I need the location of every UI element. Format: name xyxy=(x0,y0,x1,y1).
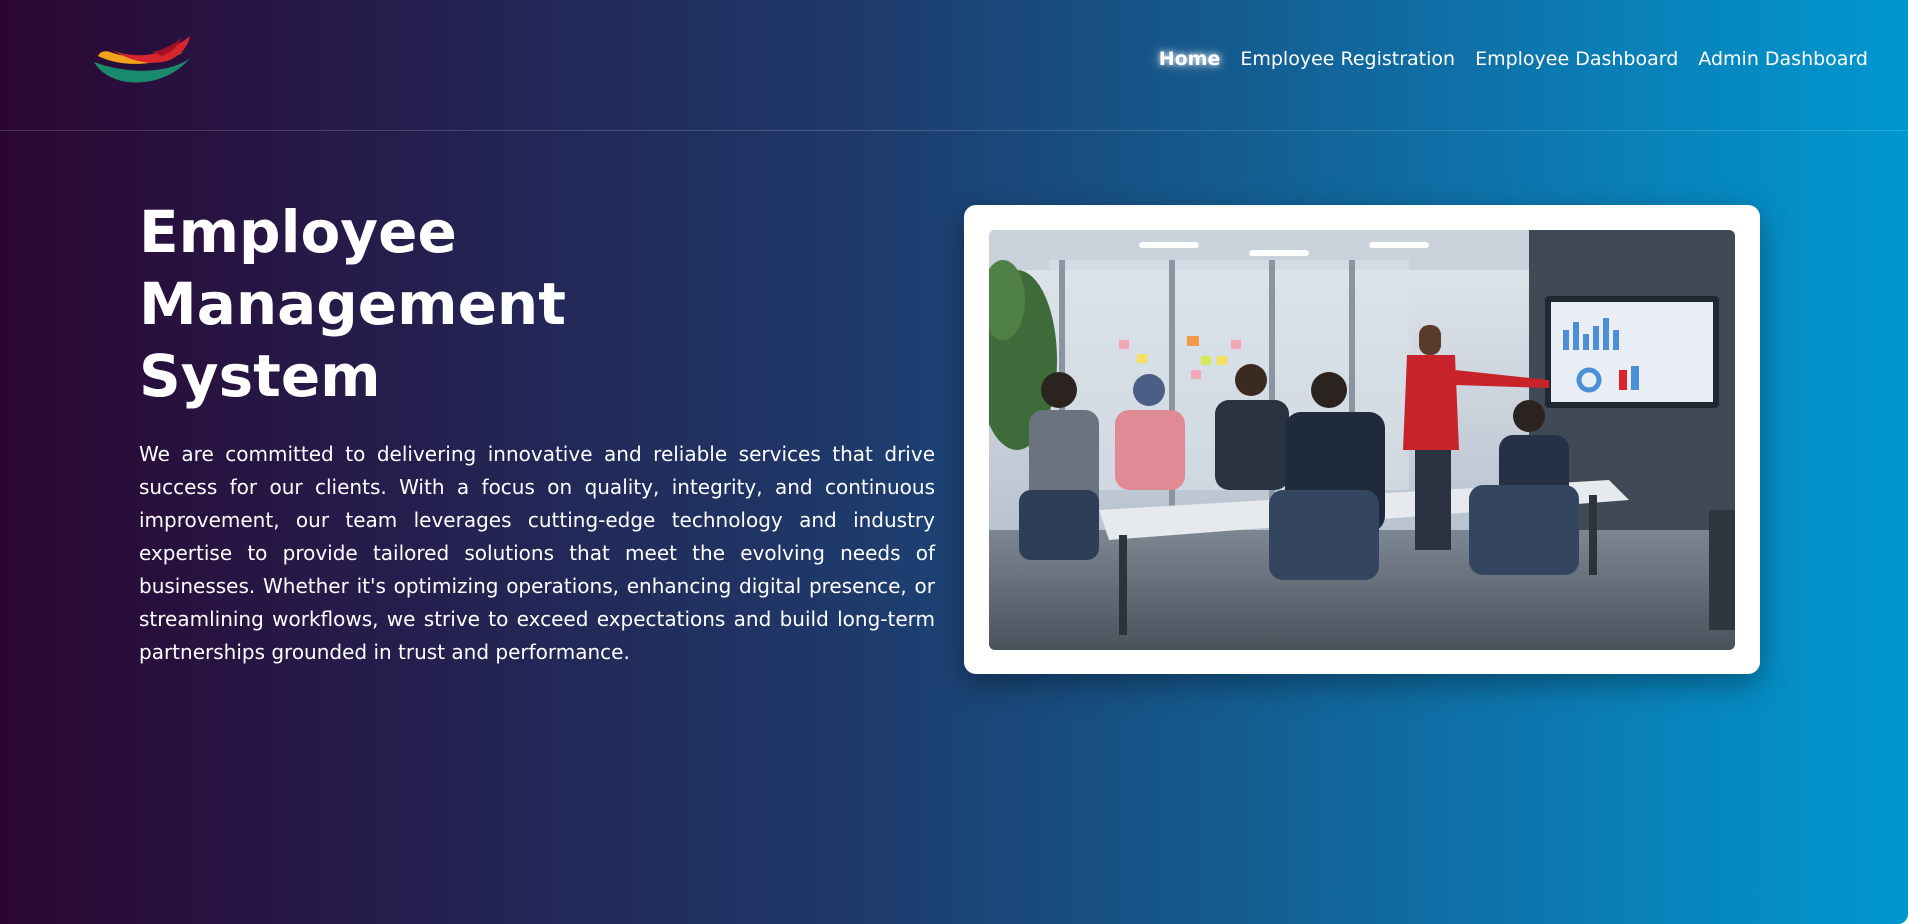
brand-swoosh-logo[interactable] xyxy=(92,32,196,88)
office-meeting-photo xyxy=(989,230,1735,650)
nav-employee-registration[interactable]: Employee Registration xyxy=(1240,48,1455,70)
hero-title-line: Management xyxy=(139,270,566,338)
hero-title: Employee Management System xyxy=(139,196,759,412)
nav-admin-dashboard[interactable]: Admin Dashboard xyxy=(1698,48,1868,70)
page: Home Employee Registration Employee Dash… xyxy=(0,0,1908,924)
hero-description: We are committed to delivering innovativ… xyxy=(139,442,935,664)
hero-image-card xyxy=(964,205,1760,674)
nav-home[interactable]: Home xyxy=(1159,48,1221,70)
main-nav: Home Employee Registration Employee Dash… xyxy=(1159,48,1868,70)
hero-title-line: System xyxy=(139,342,381,410)
site-header: Home Employee Registration Employee Dash… xyxy=(0,0,1908,131)
office-meeting-illustration xyxy=(989,230,1735,650)
hero-title-line: Employee xyxy=(139,198,457,266)
nav-employee-dashboard[interactable]: Employee Dashboard xyxy=(1475,48,1678,70)
